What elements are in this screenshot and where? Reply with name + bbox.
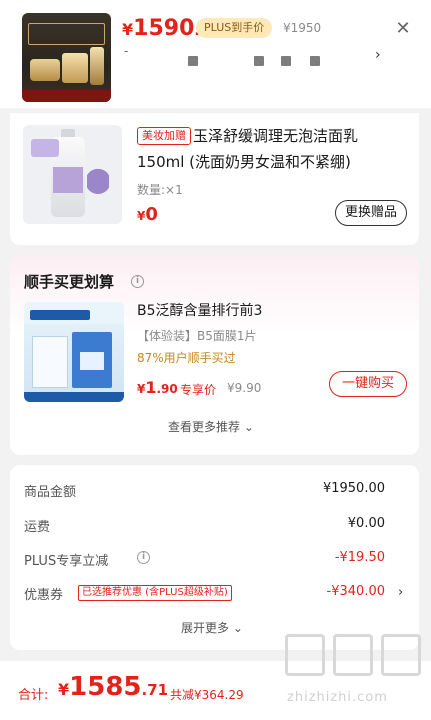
gift-title-line2[interactable]: 150ml (洗面奶男女温和不紧绷) (137, 151, 417, 173)
currency-symbol: ¥ (122, 20, 134, 39)
addon-section-title: 顺手买更划算 (24, 273, 115, 291)
thumbnail-footer-strip (22, 90, 111, 102)
expand-more-link[interactable]: 展开更多 ⌄ (181, 619, 243, 636)
total-price: ¥1585.71 (58, 672, 168, 702)
close-icon[interactable]: ✕ (394, 20, 412, 38)
watermark-glyph (333, 634, 373, 676)
gift-product-image[interactable] (23, 125, 122, 224)
summary-value-coupon[interactable]: -¥340.00 (327, 584, 385, 599)
summary-value-shipping: ¥0.00 (347, 516, 385, 531)
gift-title[interactable]: 玉泽舒缓调理无泡洁面乳 (193, 125, 413, 147)
product-jar-graphic (62, 53, 88, 83)
mask-box-graphic (72, 332, 112, 388)
gift-price: ¥0 (137, 204, 158, 225)
price-integer: 1585 (69, 672, 142, 702)
redacted-block (310, 56, 320, 66)
price-integer: 1 (145, 378, 157, 397)
sku-thumbnail[interactable] (22, 13, 111, 102)
sku-spec-placeholder: - (124, 44, 129, 58)
bottle-label-graphic (53, 167, 83, 193)
summary-label-coupon: 优惠券 (24, 588, 64, 603)
summary-value-plus-discount: -¥19.50 (334, 550, 385, 565)
one-click-buy-button[interactable]: 一键购买 (329, 371, 407, 397)
watermark-text: zhizhizhi.com (287, 690, 388, 705)
product-bottle-graphic (90, 47, 104, 85)
total-saved-amount: 共减¥364.29 (170, 688, 244, 702)
addon-price: ¥1.90 (137, 378, 178, 397)
swap-gift-button[interactable]: 更换赠品 (335, 200, 407, 226)
gift-quantity: 数量:×1 (137, 183, 183, 197)
mask-pack-graphic (32, 336, 68, 388)
summary-label-shipping: 运费 (24, 520, 51, 535)
watermark-glyph (381, 634, 421, 676)
price-integer: 0 (145, 204, 158, 225)
summary-label-plus-discount: PLUS专享立减 (24, 554, 109, 569)
plus-price-badge: PLUS到手价 (196, 18, 273, 38)
addon-popularity: 87%用户顺手买过 (137, 351, 236, 365)
total-label: 合计: (18, 688, 49, 703)
reference-price: ¥1950 (283, 21, 322, 35)
price-decimal: .71 (141, 681, 169, 699)
flower-graphic (87, 167, 109, 215)
chevron-right-icon[interactable]: › (375, 48, 385, 62)
image-headline-graphic (30, 310, 90, 320)
gift-badge: 美妆加赠 (137, 127, 191, 145)
addon-product-name[interactable]: B5泛醇含量排行前3 (137, 300, 262, 320)
summary-label-subtotal: 商品金额 (24, 485, 77, 500)
chevron-right-icon[interactable]: › (398, 585, 403, 600)
watermark-logo (285, 634, 425, 684)
product-jar-graphic (30, 59, 60, 81)
redacted-block (281, 56, 291, 66)
image-footer-strip (24, 392, 124, 402)
box-window-graphic (80, 352, 104, 370)
info-icon[interactable]: i (131, 275, 144, 288)
coupon-applied-badge[interactable]: 已选推荐优惠 (含PLUS超级补贴) (78, 585, 232, 601)
info-icon[interactable]: i (137, 551, 150, 564)
addon-product-spec: 【体验装】B5面膜1片 (137, 329, 257, 343)
summary-value-subtotal: ¥1950.00 (322, 481, 385, 496)
price-integer: 1590 (133, 16, 195, 41)
sticker-graphic (31, 139, 59, 157)
redacted-block (188, 56, 198, 66)
promo-banner-graphic (28, 23, 105, 45)
currency-symbol: ¥ (58, 680, 70, 699)
addon-original-price: ¥9.90 (227, 381, 262, 395)
exclusive-price-label: 专享价 (180, 383, 217, 397)
watermark-glyph (285, 634, 325, 676)
more-recommendations-link[interactable]: 查看更多推荐 ⌄ (168, 418, 254, 435)
addon-product-image[interactable] (24, 302, 124, 402)
redacted-block (254, 56, 264, 66)
price-decimal: .90 (156, 382, 178, 396)
